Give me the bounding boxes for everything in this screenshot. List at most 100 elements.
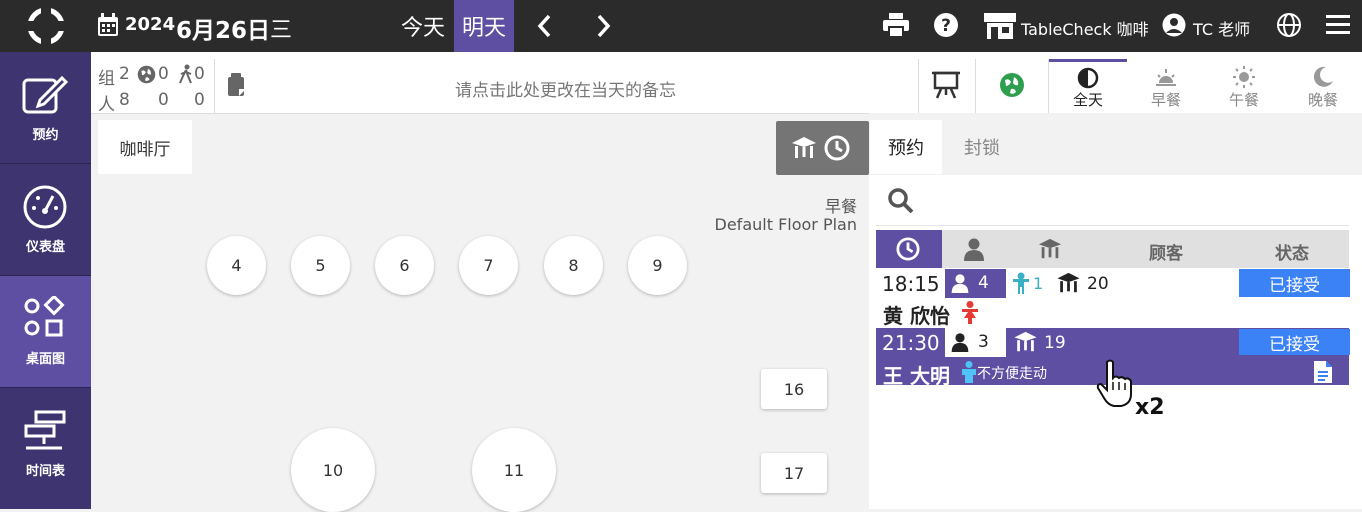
sidebar-item-timeline[interactable]: 时间表 (0, 388, 91, 499)
child-icon (1013, 272, 1029, 294)
person-icon (951, 274, 969, 293)
date-month-day[interactable]: 6月26日 (176, 11, 270, 45)
groups-walkin: 0 (194, 64, 205, 84)
floor-table-16[interactable]: 16 (761, 369, 827, 409)
sidebar-item-label: 仪表盘 (25, 240, 65, 255)
status-badge[interactable]: 已接受 (1239, 329, 1350, 355)
half-circle-icon (1077, 67, 1099, 89)
status-badge[interactable]: 已接受 (1239, 269, 1350, 297)
guest-name: 王 大明 (883, 364, 950, 388)
floor-table-7[interactable]: 7 (459, 236, 518, 295)
sidebar-item-label: 时间表 (25, 464, 65, 479)
hamburger-menu-icon[interactable] (1326, 14, 1350, 36)
table-icon (1057, 272, 1080, 293)
tab-block[interactable]: 封锁 (942, 120, 1022, 174)
party-size: 4 (978, 273, 989, 293)
reservation-time: 18:15 (882, 272, 940, 296)
floor-table-11[interactable]: 11 (472, 428, 556, 512)
floor-table-9[interactable]: 9 (628, 236, 687, 295)
meal-filter-label: 早餐 (1150, 91, 1181, 109)
user-name[interactable]: TC 老师 (1193, 16, 1250, 40)
sidebar: 预约 仪表盘 桌面图 时间表 (0, 52, 91, 509)
floor-table-10[interactable]: 10 (291, 428, 375, 512)
table-icon (1014, 331, 1037, 352)
sort-by-time-button[interactable] (876, 230, 942, 268)
language-globe-icon[interactable] (1276, 12, 1302, 38)
tomorrow-button[interactable]: 明天 (454, 0, 514, 52)
calendar-icon[interactable] (97, 13, 119, 37)
reservation-time: 21:30 (882, 331, 940, 355)
meal-filter-dinner[interactable]: 晚餐 (1284, 59, 1362, 113)
today-button[interactable]: 今天 (392, 0, 454, 52)
divider (975, 59, 976, 113)
print-icon[interactable] (883, 13, 909, 37)
moon-icon (1313, 66, 1333, 87)
floor-table-4[interactable]: 4 (207, 236, 266, 295)
timeline-icon (24, 410, 66, 450)
male-guest-icon (962, 361, 976, 383)
date-year[interactable]: 2024 (125, 14, 175, 35)
sidebar-item-label: 预约 (32, 128, 59, 143)
shapes-icon (24, 296, 65, 337)
tab-reservations[interactable]: 预约 (870, 120, 942, 174)
web-globe-icon (137, 65, 156, 84)
meal-filter-label: 全天 (1072, 91, 1103, 109)
party-size: 3 (978, 332, 989, 352)
document-icon[interactable] (1313, 360, 1333, 384)
world-map-icon[interactable] (999, 72, 1025, 98)
groups-label: 组 (98, 69, 115, 89)
help-icon[interactable]: ? (933, 12, 959, 38)
people-label: 人 (98, 95, 115, 115)
floor-tab-cafe[interactable]: 咖啡厅 (98, 120, 192, 174)
app-logo-icon[interactable] (27, 8, 65, 44)
svg-text:?: ? (941, 16, 951, 36)
memo-placeholder[interactable]: 请点击此处更改在当天的备忘 (214, 76, 917, 101)
store-name[interactable]: TableCheck 咖啡 (1021, 16, 1149, 40)
reservation-search-input[interactable] (876, 177, 1349, 226)
sidebar-item-label: 桌面图 (25, 352, 65, 367)
groups-total: 2 (119, 64, 130, 84)
groups-web: 0 (158, 64, 169, 84)
table-icon[interactable] (1037, 237, 1063, 261)
meal-filter-breakfast[interactable]: 早餐 (1127, 59, 1205, 113)
user-avatar-icon[interactable] (1162, 13, 1186, 37)
floor-table-17[interactable]: 17 (761, 453, 827, 493)
hand-pointer-cursor-icon (1096, 359, 1132, 407)
presentation-board-icon[interactable] (932, 70, 960, 100)
guest-name: 黄 欣怡 (883, 304, 950, 328)
walk-in-icon (179, 64, 192, 84)
sidebar-item-dashboard[interactable]: 仪表盘 (0, 164, 91, 275)
people-walkin: 0 (194, 90, 205, 110)
person-icon (951, 333, 969, 352)
chevron-right-icon[interactable] (592, 12, 614, 40)
meal-filter-lunch[interactable]: 午餐 (1205, 59, 1283, 113)
sunrise-icon (1156, 69, 1176, 86)
table-number: 19 (1044, 333, 1066, 353)
clock-icon (824, 135, 850, 161)
guest-note: 不方便走动 (977, 366, 1047, 382)
floor-table-5[interactable]: 5 (291, 236, 350, 295)
sun-icon (1233, 66, 1255, 88)
floor-plan-name: Default Floor Plan (714, 215, 857, 234)
store-icon[interactable] (984, 13, 1016, 39)
column-guest[interactable]: 顾客 (1149, 239, 1183, 264)
meal-filter-label: 午餐 (1228, 91, 1259, 109)
floor-table-6[interactable]: 6 (375, 236, 434, 295)
sidebar-item-reservations[interactable]: 预约 (0, 52, 91, 163)
chevron-left-icon[interactable] (534, 12, 556, 40)
people-total: 8 (119, 90, 130, 110)
floor-table-8[interactable]: 8 (544, 236, 603, 295)
meal-filter-all-day[interactable]: 全天 (1049, 59, 1127, 113)
column-status[interactable]: 状态 (1275, 239, 1309, 264)
party-size-badge: 3 (945, 328, 1006, 357)
date-weekday[interactable]: 三 (270, 12, 292, 44)
people-web: 0 (158, 90, 169, 110)
table-time-toggle-button[interactable] (776, 121, 869, 175)
sidebar-item-floor-plan[interactable]: 桌面图 (0, 276, 91, 387)
party-size-person-icon[interactable] (962, 237, 986, 261)
table-icon (792, 137, 816, 158)
female-guest-icon (962, 301, 978, 324)
party-size-badge: 4 (945, 269, 1006, 298)
click-count-label: x2 (1135, 395, 1165, 420)
clock-icon (896, 237, 920, 261)
